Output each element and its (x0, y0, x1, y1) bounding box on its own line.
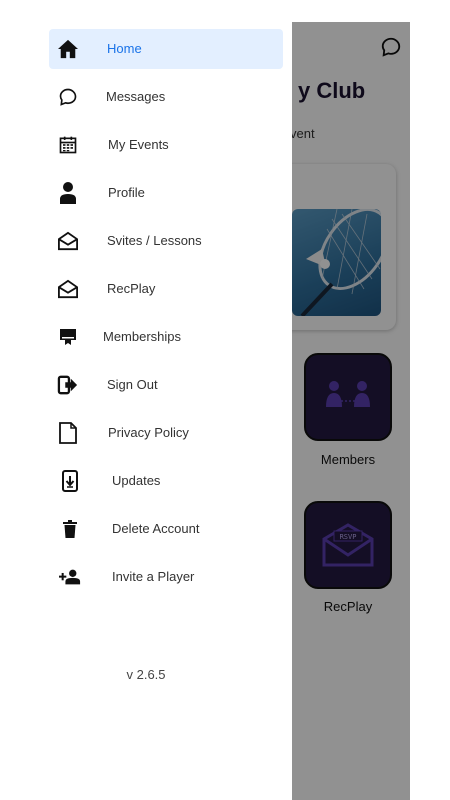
menu-label-invite-player: Invite a Player (112, 569, 195, 584)
menu-item-svites-lessons[interactable]: Svites / Lessons (49, 221, 283, 261)
menu-item-delete-account[interactable]: Delete Account (49, 509, 283, 549)
phone-download-icon (59, 470, 81, 492)
menu-item-memberships[interactable]: Memberships (49, 317, 283, 357)
screen-edge (410, 0, 450, 800)
menu-label-delete-account: Delete Account (112, 521, 200, 536)
scrim-overlay[interactable] (292, 22, 410, 800)
document-icon (57, 422, 79, 444)
menu-item-profile[interactable]: Profile (49, 173, 283, 213)
menu-label-sign-out: Sign Out (107, 377, 158, 392)
menu-label-my-events: My Events (108, 137, 169, 152)
menu-label-messages: Messages (106, 89, 166, 104)
navigation-drawer: Home Messages My Events Profile Svites /… (0, 0, 292, 800)
menu-label-svites-lessons: Svites / Lessons (107, 233, 202, 248)
menu-item-sign-out[interactable]: Sign Out (49, 365, 283, 405)
menu-label-memberships: Memberships (103, 329, 182, 344)
person-add-icon (59, 566, 81, 588)
menu-item-my-events[interactable]: My Events (49, 125, 283, 165)
menu-item-privacy-policy[interactable]: Privacy Policy (49, 413, 283, 453)
trash-icon (59, 518, 81, 540)
menu-item-home[interactable]: Home (49, 29, 283, 69)
menu-label-profile: Profile (108, 185, 145, 200)
menu-item-invite-player[interactable]: Invite a Player (49, 557, 283, 597)
chat-bubble-icon (57, 86, 79, 108)
menu-item-updates[interactable]: Updates (49, 461, 283, 501)
menu-label-privacy-policy: Privacy Policy (108, 425, 189, 440)
menu-item-messages[interactable]: Messages (49, 77, 283, 117)
menu-label-updates: Updates (112, 473, 161, 488)
home-icon (57, 38, 79, 60)
person-icon (57, 182, 79, 204)
menu-item-recplay[interactable]: RecPlay (49, 269, 283, 309)
envelope-open-icon (57, 230, 79, 252)
sign-out-icon (57, 374, 79, 396)
app-version: v 2.6.5 (126, 667, 166, 682)
envelope-open-icon (57, 278, 79, 300)
menu-label-recplay: RecPlay (107, 281, 156, 296)
menu-label-home: Home (107, 41, 142, 56)
card-membership-icon (57, 326, 79, 348)
calendar-icon (57, 134, 79, 156)
